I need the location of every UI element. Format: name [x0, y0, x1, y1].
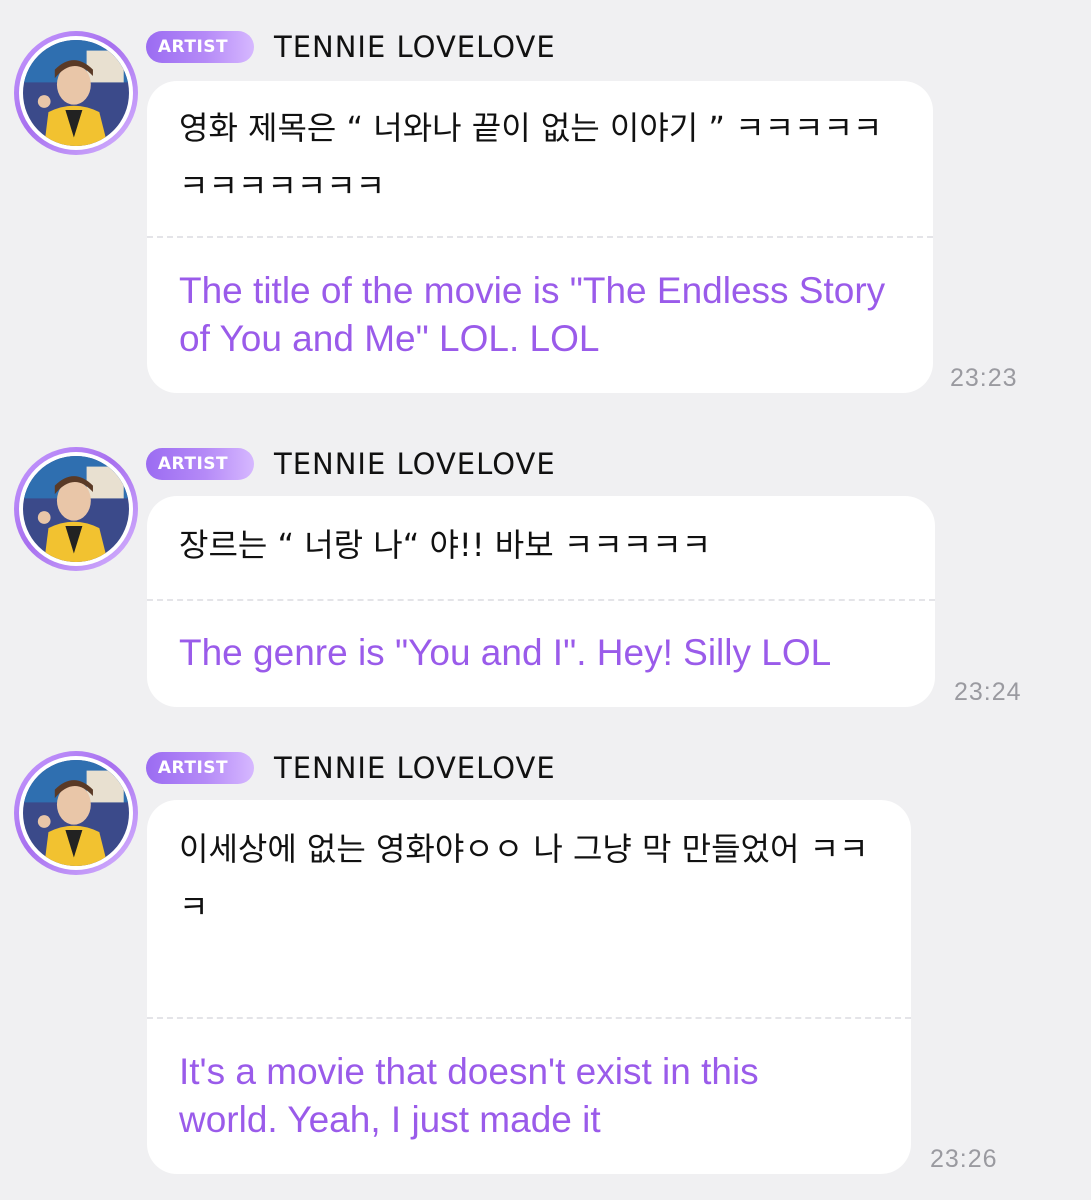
- avatar-photo: [23, 760, 129, 866]
- artist-badge: ARTIST: [146, 31, 254, 63]
- avatar-photo: [23, 40, 129, 146]
- avatar[interactable]: [14, 751, 138, 875]
- timestamp: 23:26: [930, 1145, 998, 1173]
- divider: [147, 1017, 911, 1019]
- username[interactable]: TENNIE LOVELOVE: [274, 751, 556, 785]
- artist-badge: ARTIST: [146, 752, 254, 784]
- original-text: 이세상에 없는 영화야ㅇㅇ 나 그냥 막 만들었어 ㅋㅋㅋ: [179, 830, 869, 926]
- avatar[interactable]: [14, 447, 138, 571]
- username[interactable]: TENNIE LOVELOVE: [274, 447, 556, 481]
- timestamp: 23:24: [954, 678, 1022, 706]
- divider: [147, 599, 935, 601]
- divider: [147, 236, 933, 238]
- avatar-photo: [23, 456, 129, 562]
- message-bubble[interactable]: 장르는 “ 너랑 나“ 야!! 바보 ㅋㅋㅋㅋㅋ The genre is "Y…: [147, 496, 935, 707]
- translated-text: The genre is "You and I". Hey! Silly LOL: [179, 632, 832, 673]
- translated-text: The title of the movie is "The Endless S…: [179, 270, 886, 359]
- original-text: 장르는 “ 너랑 나“ 야!! 바보 ㅋㅋㅋㅋㅋ: [179, 526, 712, 564]
- avatar[interactable]: [14, 31, 138, 155]
- message-bubble[interactable]: 이세상에 없는 영화야ㅇㅇ 나 그냥 막 만들었어 ㅋㅋㅋ It's a mov…: [147, 800, 911, 1174]
- message-bubble[interactable]: 영화 제목은 “ 너와나 끝이 없는 이야기 ” ㅋㅋㅋㅋㅋㅋㅋㅋㅋㅋㅋㅋ Th…: [147, 81, 933, 393]
- timestamp: 23:23: [950, 364, 1018, 392]
- username[interactable]: TENNIE LOVELOVE: [274, 30, 556, 64]
- translated-text: It's a movie that doesn't exist in this …: [179, 1051, 759, 1140]
- original-text: 영화 제목은 “ 너와나 끝이 없는 이야기 ” ㅋㅋㅋㅋㅋㅋㅋㅋㅋㅋㅋㅋ: [179, 109, 883, 205]
- artist-badge: ARTIST: [146, 448, 254, 480]
